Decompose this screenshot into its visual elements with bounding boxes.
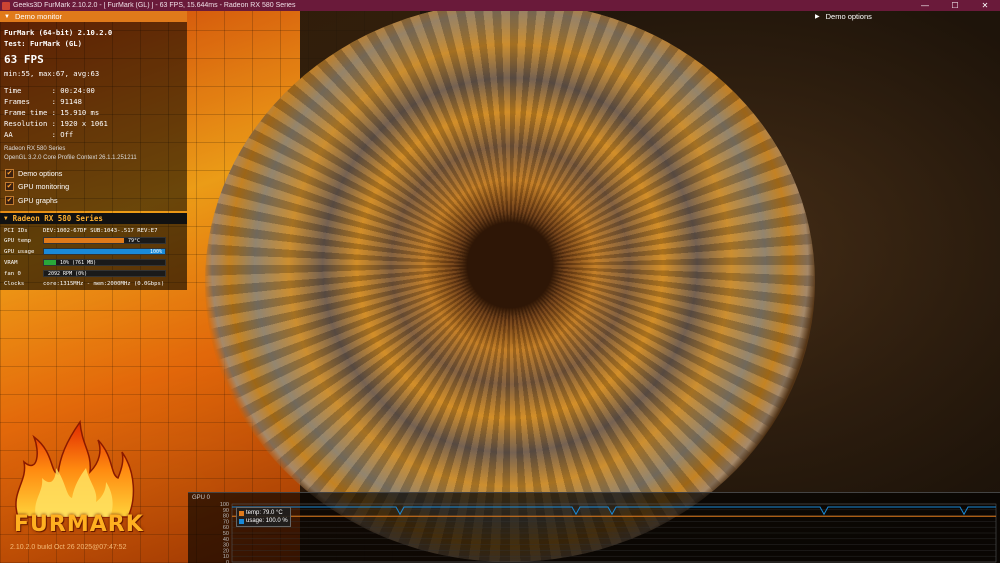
pci-ids-label: PCI IDs (4, 228, 28, 234)
test-name: Test: FurMark (GL) (4, 39, 82, 48)
checkmark-icon: ✔ (5, 182, 14, 191)
checkbox-demo-options[interactable]: ✔ Demo options (5, 169, 62, 178)
legend-swatch (239, 510, 244, 516)
gpu-panel-header[interactable]: ▼ Radeon RX 580 Series (0, 213, 187, 224)
gpu-panel-title: Radeon RX 580 Series (12, 214, 103, 223)
vram-bar: 10% (761 MB) (43, 259, 166, 266)
checkbox-gpu-graphs[interactable]: ✔ GPU graphs (5, 196, 58, 205)
fan-label: fan 0 (4, 270, 21, 277)
caret-down-icon: ▼ (4, 215, 8, 222)
fps-readout: 63 FPS (4, 53, 44, 66)
checkmark-icon: ✔ (5, 169, 14, 178)
maximize-button[interactable]: ☐ (940, 1, 970, 10)
fan-bar: 2092 RPM (0%) (43, 270, 166, 277)
clocks-row: Clocks core:1315MHz - mem:2000MHz (0.0Gb… (4, 281, 164, 287)
gpu-usage-row: GPU usage 100% (4, 248, 166, 255)
minimize-button[interactable]: — (910, 1, 940, 10)
fan-row: fan 0 2092 RPM (0%) (4, 270, 166, 277)
gpu-usage-fill (44, 249, 165, 254)
legend-swatch (239, 518, 244, 524)
app-version: FurMark (64-bit) 2.10.2.0 (4, 28, 113, 37)
close-button[interactable]: ✕ (970, 1, 1000, 10)
pci-ids-value: DEV:1002-67DF SUB:1043-.517 REV:E7 (43, 228, 158, 234)
clocks-value: core:1315MHz - mem:2000MHz (0.0Gbps) (43, 281, 165, 287)
legend-usage: usage: 100.0 % (239, 517, 288, 525)
gpu-graph: 1009080706050403020100 (220, 502, 997, 563)
vram-row: VRAM 10% (761 MB) (4, 259, 166, 266)
fur-texture (205, 11, 815, 562)
checkbox-label: GPU graphs (18, 196, 58, 205)
usage-series-line (232, 506, 996, 516)
stat-time: Time : 00:24:00 (4, 86, 95, 95)
demo-options-label: Demo options (825, 12, 872, 21)
pci-ids-row: PCI IDs DEV:1002-67DF SUB:1043-.517 REV:… (4, 228, 158, 234)
gl-context: OpenGL 3.2.0 Core Profile Context 26.1.1… (4, 155, 137, 161)
demo-monitor-title: Demo monitor (14, 12, 63, 21)
gpu-temp-fill (44, 238, 124, 243)
demo-monitor-header[interactable]: ▼ Demo monitor (0, 11, 187, 22)
legend-usage-label: usage: 100.0 % (246, 518, 288, 524)
vram-fill (44, 260, 57, 265)
gpu-name: Radeon RX 580 Series (4, 146, 66, 152)
fps-stats: min:55, max:67, avg:63 (4, 69, 100, 78)
checkbox-label: GPU monitoring (18, 182, 70, 191)
stat-frame-time: Frame time : 15.910 ms (4, 108, 100, 117)
gpu-usage-label: GPU usage (4, 248, 35, 255)
gpu-temp-row: GPU temp 79°C (4, 237, 166, 244)
legend-temp: temp: 79.0 °C (239, 509, 288, 517)
stat-resolution: Resolution : 1920 x 1061 (4, 119, 108, 128)
gpu-graph-panel: GPU 0 100 90 80 70 60 50 40 30 20 10 0 temp: 79.0 … (188, 492, 1000, 563)
legend-temp-label: temp: 79.0 °C (246, 510, 283, 516)
window-title: Geeks3D FurMark 2.10.2.0 - [ FurMark (GL… (13, 2, 296, 9)
gpu-usage-bar: 100% (43, 248, 166, 255)
checkbox-gpu-monitoring[interactable]: ✔ GPU monitoring (5, 182, 69, 191)
title-bar: Geeks3D FurMark 2.10.2.0 - [ FurMark (GL… (0, 0, 1000, 11)
demo-options-toggle[interactable]: ▶ Demo options (815, 12, 872, 21)
build-info: 2.10.2.0 build Oct 26 2025@07:47:52 (10, 544, 127, 551)
vram-label: VRAM (4, 259, 18, 266)
app-icon (2, 1, 10, 10)
gpu-temp-value: 79°C (128, 238, 141, 244)
fan-value: 2092 RPM (0%) (48, 271, 88, 277)
caret-down-icon: ▼ (4, 13, 10, 20)
gpu-usage-value: 100% (149, 249, 162, 255)
graph-legend: temp: 79.0 °C usage: 100.0 % (236, 507, 291, 527)
checkmark-icon: ✔ (5, 196, 14, 205)
stat-frames: Frames : 91148 (4, 97, 82, 106)
furmark-logo-text: FURMARK (14, 512, 144, 537)
gpu-temp-bar: 79°C (43, 237, 166, 244)
checkbox-label: Demo options (18, 169, 63, 178)
clocks-label: Clocks (4, 281, 25, 287)
play-triangle-icon: ▶ (815, 14, 820, 20)
vram-value: 10% (761 MB) (60, 260, 97, 266)
stat-aa: AA : Off (4, 130, 74, 139)
gpu-temp-label: GPU temp (4, 237, 31, 244)
